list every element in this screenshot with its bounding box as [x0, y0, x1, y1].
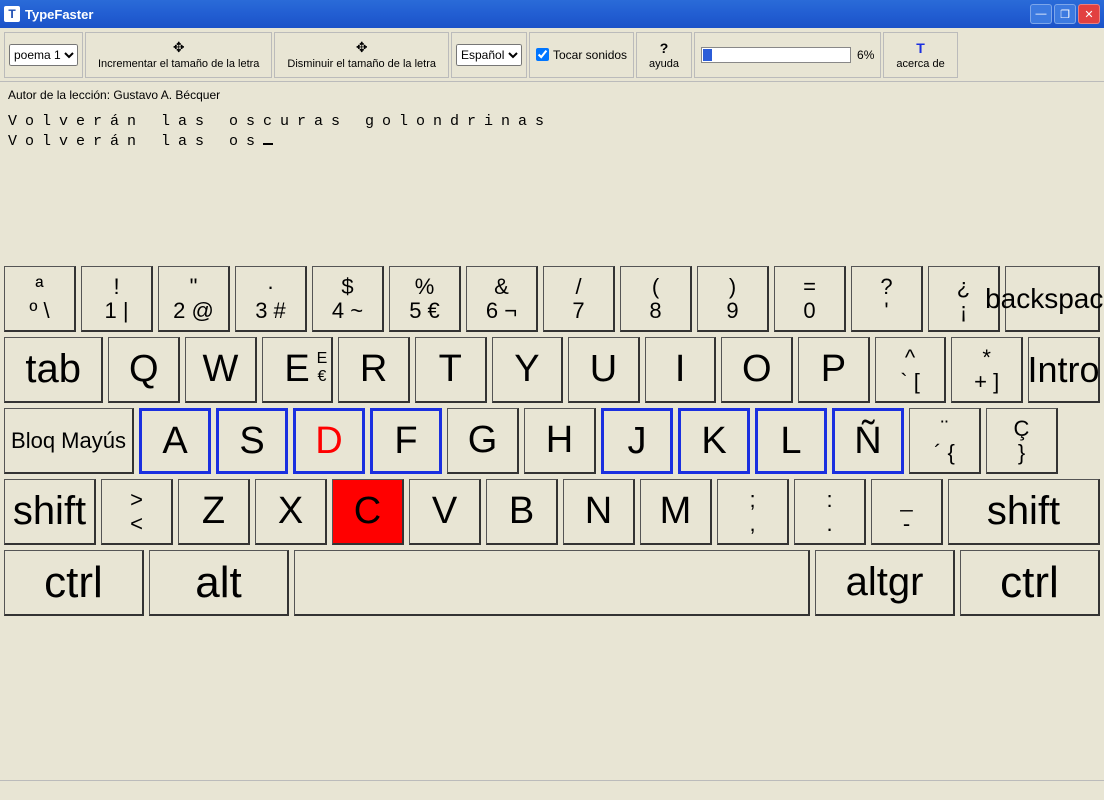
key-i[interactable]: I	[645, 337, 717, 403]
key-p[interactable]: P	[798, 337, 870, 403]
key-h[interactable]: H	[524, 408, 596, 474]
decrease-font-button[interactable]: ✥ Disminuir el tamaño de la letra	[281, 39, 442, 70]
play-sounds-input[interactable]	[536, 48, 549, 61]
contract-icon: ✥	[356, 39, 368, 56]
key-r3end-0[interactable]: ;,	[717, 479, 789, 545]
progress-fill	[703, 49, 712, 61]
key-r3end-2[interactable]: _-	[871, 479, 943, 545]
key-j[interactable]: J	[601, 408, 673, 474]
expand-icon: ✥	[173, 39, 185, 56]
key-a[interactable]: A	[139, 408, 211, 474]
key-u[interactable]: U	[568, 337, 640, 403]
key-r1end-0[interactable]: ^` [	[875, 337, 947, 403]
key-space[interactable]	[294, 550, 810, 616]
key-f[interactable]: F	[370, 408, 442, 474]
key-v[interactable]: V	[409, 479, 481, 545]
help-icon: ?	[660, 40, 669, 56]
key-alt-left[interactable]: alt	[149, 550, 289, 616]
key-r[interactable]: R	[338, 337, 410, 403]
decrease-font-label: Disminuir el tamaño de la letra	[287, 58, 436, 70]
play-sounds-label: Tocar sonidos	[553, 48, 627, 62]
virtual-keyboard: ªº \!1 |"2 @·3 #$4 ~%5 €&6 ¬/7(8)9=0?'¿¡…	[0, 266, 1104, 616]
key-d[interactable]: D	[293, 408, 365, 474]
progress-bar	[701, 47, 851, 63]
key-g[interactable]: G	[447, 408, 519, 474]
key-capslock[interactable]: Bloq Mayús	[4, 408, 134, 474]
key-k[interactable]: K	[678, 408, 750, 474]
window-title: TypeFaster	[25, 7, 1030, 22]
key-num-3[interactable]: ·3 #	[235, 266, 307, 332]
progress-group: 6%	[701, 47, 874, 63]
key-num-10[interactable]: =0	[774, 266, 846, 332]
key-w[interactable]: W	[185, 337, 257, 403]
key-e[interactable]: EE€	[262, 337, 334, 403]
key-shift-left[interactable]: shift	[4, 479, 96, 545]
window-titlebar: T TypeFaster — ❐ ✕	[0, 0, 1104, 28]
help-button[interactable]: ? ayuda	[643, 40, 685, 70]
key-y[interactable]: Y	[492, 337, 564, 403]
lesson-select[interactable]: poema 1	[9, 44, 78, 66]
app-icon: T	[4, 6, 20, 22]
minimize-button[interactable]: —	[1030, 4, 1052, 24]
key-num-4[interactable]: $4 ~	[312, 266, 384, 332]
lesson-author: Autor de la lección: Gustavo A. Bécquer	[0, 82, 1104, 108]
key-enter[interactable]: Intro	[1028, 337, 1100, 403]
text-cursor	[263, 143, 273, 145]
key-q[interactable]: Q	[108, 337, 180, 403]
about-button[interactable]: T acerca de	[890, 40, 950, 70]
key-num-9[interactable]: )9	[697, 266, 769, 332]
key-num-0[interactable]: ªº \	[4, 266, 76, 332]
statusbar	[0, 780, 1104, 800]
close-button[interactable]: ✕	[1078, 4, 1100, 24]
key-num-8[interactable]: (8	[620, 266, 692, 332]
language-select[interactable]: Español	[456, 44, 522, 66]
key-tab[interactable]: tab	[4, 337, 103, 403]
key-num-5[interactable]: %5 €	[389, 266, 461, 332]
key-b[interactable]: B	[486, 479, 558, 545]
key-num-11[interactable]: ?'	[851, 266, 923, 332]
key-c[interactable]: C	[332, 479, 404, 545]
maximize-button[interactable]: ❐	[1054, 4, 1076, 24]
typing-area: Volverán las oscuras golondrinas Volverá…	[0, 108, 1104, 258]
toolbar: poema 1 ✥ Incrementar el tamaño de la le…	[0, 28, 1104, 82]
key-ctrl-left[interactable]: ctrl	[4, 550, 144, 616]
key-r1end-1[interactable]: *+ ]	[951, 337, 1023, 403]
key-r3end-1[interactable]: :.	[794, 479, 866, 545]
typed-text: Volverán las os	[8, 132, 1096, 152]
target-text: Volverán las oscuras golondrinas	[8, 112, 1096, 132]
key-shift-right[interactable]: shift	[948, 479, 1100, 545]
play-sounds-checkbox[interactable]: Tocar sonidos	[536, 48, 627, 62]
key-ctrl-right[interactable]: ctrl	[960, 550, 1100, 616]
progress-percent: 6%	[857, 48, 874, 62]
key-num-6[interactable]: &6 ¬	[466, 266, 538, 332]
key-ltgt[interactable]: ><	[101, 479, 173, 545]
key-num-2[interactable]: "2 @	[158, 266, 230, 332]
increase-font-button[interactable]: ✥ Incrementar el tamaño de la letra	[92, 39, 265, 70]
key-altgr[interactable]: altgr	[815, 550, 955, 616]
key-l[interactable]: L	[755, 408, 827, 474]
about-label: acerca de	[896, 58, 944, 70]
key-r2end-1[interactable]: Ç}	[986, 408, 1058, 474]
key-num-7[interactable]: /7	[543, 266, 615, 332]
key-t[interactable]: T	[415, 337, 487, 403]
key-r2end-0[interactable]: ¨´ {	[909, 408, 981, 474]
key-m[interactable]: M	[640, 479, 712, 545]
key-backspace[interactable]: backspace	[1005, 266, 1100, 332]
increase-font-label: Incrementar el tamaño de la letra	[98, 58, 259, 70]
key-s[interactable]: S	[216, 408, 288, 474]
key-n[interactable]: N	[563, 479, 635, 545]
key-num-1[interactable]: !1 |	[81, 266, 153, 332]
key-ñ[interactable]: Ñ	[832, 408, 904, 474]
key-z[interactable]: Z	[178, 479, 250, 545]
key-x[interactable]: X	[255, 479, 327, 545]
key-o[interactable]: O	[721, 337, 793, 403]
about-icon: T	[916, 40, 925, 56]
help-label: ayuda	[649, 58, 679, 70]
